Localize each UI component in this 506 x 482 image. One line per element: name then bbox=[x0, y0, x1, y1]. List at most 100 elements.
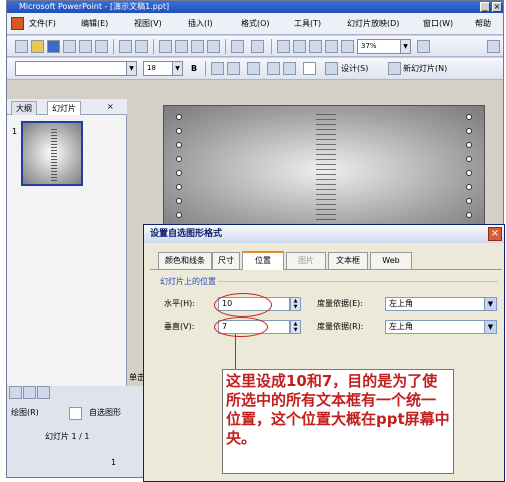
new-slide-button[interactable]: 新幻灯片(N) bbox=[403, 62, 447, 75]
open-icon[interactable] bbox=[31, 40, 44, 53]
chevron-down-icon[interactable]: ▼ bbox=[172, 62, 182, 75]
menu-tools[interactable]: 工具(T) bbox=[294, 18, 321, 30]
tab-outline[interactable]: 大纲 bbox=[11, 101, 37, 115]
menu-slideshow[interactable]: 幻灯片放映(D) bbox=[347, 18, 399, 30]
slide-count-small: 1 bbox=[111, 458, 117, 467]
menu-window[interactable]: 窗口(W) bbox=[423, 18, 453, 30]
chevron-down-icon[interactable]: ▼ bbox=[400, 40, 410, 53]
permission-icon[interactable] bbox=[63, 40, 76, 53]
help-icon[interactable] bbox=[417, 40, 430, 53]
horizontal-from-select[interactable]: 左上角 ▼ bbox=[385, 297, 497, 311]
resize-handle[interactable] bbox=[176, 170, 182, 176]
chevron-down-icon[interactable]: ▼ bbox=[126, 62, 136, 75]
chevron-down-icon[interactable]: ▼ bbox=[484, 298, 496, 310]
zoom-value: 37% bbox=[361, 42, 377, 50]
cut-icon[interactable] bbox=[159, 40, 172, 53]
menu-file[interactable]: 文件(F) bbox=[29, 18, 56, 30]
highlight-ellipse-vertical bbox=[214, 317, 268, 337]
select-objects-icon[interactable] bbox=[69, 407, 82, 420]
slideshow-icon[interactable] bbox=[37, 386, 50, 399]
menu-view[interactable]: 视图(V) bbox=[134, 18, 162, 30]
toolbar-separator bbox=[153, 39, 154, 54]
vertical-from-value: 左上角 bbox=[389, 322, 413, 331]
close-pane-icon[interactable]: × bbox=[107, 100, 114, 113]
resize-handle[interactable] bbox=[176, 142, 182, 148]
spelling-icon[interactable] bbox=[119, 40, 132, 53]
numbering-icon[interactable] bbox=[211, 62, 224, 75]
tab-slides[interactable]: 幻灯片 bbox=[47, 101, 81, 115]
resize-handle[interactable] bbox=[176, 198, 182, 204]
menu-edit[interactable]: 编辑(E) bbox=[81, 18, 108, 30]
slide-canvas[interactable] bbox=[163, 105, 485, 235]
selected-textboxes-column[interactable] bbox=[316, 114, 336, 230]
paste-icon[interactable] bbox=[191, 40, 204, 53]
horizontal-from-label: 度量依据(E): bbox=[317, 299, 363, 308]
vertical-spinner[interactable]: ▲ ▼ bbox=[290, 320, 301, 334]
increase-font-icon[interactable] bbox=[247, 62, 260, 75]
normal-view-icon[interactable] bbox=[9, 386, 22, 399]
toolbar-options-icon[interactable] bbox=[487, 40, 500, 53]
bold-button[interactable]: B bbox=[191, 62, 197, 75]
tab-colors-lines[interactable]: 颜色和线条 bbox=[158, 252, 212, 269]
resize-handle[interactable] bbox=[466, 142, 472, 148]
dialog-title: 设置自选图形格式 bbox=[144, 225, 504, 243]
resize-handle[interactable] bbox=[176, 156, 182, 162]
resize-handle[interactable] bbox=[466, 184, 472, 190]
resize-handle[interactable] bbox=[466, 114, 472, 120]
close-window-button[interactable]: × bbox=[492, 2, 502, 12]
design-button[interactable]: 设计(S) bbox=[341, 62, 368, 75]
menu-format[interactable]: 格式(O) bbox=[241, 18, 270, 30]
dialog-close-button[interactable]: × bbox=[488, 227, 502, 241]
resize-handle[interactable] bbox=[466, 198, 472, 204]
new-slide-icon[interactable] bbox=[388, 62, 401, 75]
print-preview-icon[interactable] bbox=[95, 40, 108, 53]
menu-help[interactable]: 帮助 bbox=[475, 18, 491, 30]
vertical-from-select[interactable]: 左上角 ▼ bbox=[385, 320, 497, 334]
resize-handle[interactable] bbox=[466, 212, 472, 218]
increase-indent-icon[interactable] bbox=[283, 62, 296, 75]
autoshapes-menu[interactable]: 自选图形 bbox=[89, 406, 121, 419]
font-size-combo[interactable]: 18 ▼ bbox=[143, 61, 183, 76]
insert-chart-icon[interactable] bbox=[277, 40, 290, 53]
save-icon[interactable] bbox=[47, 40, 60, 53]
resize-handle[interactable] bbox=[176, 114, 182, 120]
horizontal-spinner[interactable]: ▲ ▼ bbox=[290, 297, 301, 311]
redo-icon[interactable] bbox=[251, 40, 264, 53]
tab-textbox[interactable]: 文本框 bbox=[328, 252, 368, 269]
new-icon[interactable] bbox=[15, 40, 28, 53]
font-name-combo[interactable]: ▼ bbox=[15, 61, 137, 76]
undo-icon[interactable] bbox=[231, 40, 244, 53]
menu-insert[interactable]: 插入(I) bbox=[188, 18, 213, 30]
formatting-toolbar: ▼ 18 ▼ B 设计(S) 新幻灯片(N) bbox=[7, 58, 503, 80]
window-title: Microsoft PowerPoint - [演示文稿1.ppt] bbox=[19, 2, 170, 11]
slide-sorter-icon[interactable] bbox=[23, 386, 36, 399]
resize-handle[interactable] bbox=[466, 156, 472, 162]
resize-handle[interactable] bbox=[466, 170, 472, 176]
minimize-button[interactable]: _ bbox=[480, 2, 490, 12]
powerpoint-icon bbox=[11, 17, 24, 30]
slide-thumbnail[interactable] bbox=[21, 121, 83, 186]
font-color-icon[interactable] bbox=[303, 62, 316, 75]
resize-handle[interactable] bbox=[466, 128, 472, 134]
resize-handle[interactable] bbox=[176, 128, 182, 134]
print-icon[interactable] bbox=[79, 40, 92, 53]
chevron-down-icon[interactable]: ▼ bbox=[484, 321, 496, 333]
tables-borders-icon[interactable] bbox=[309, 40, 322, 53]
slide-design-icon[interactable] bbox=[325, 62, 338, 75]
tab-web[interactable]: Web bbox=[370, 252, 412, 269]
section-divider bbox=[218, 281, 498, 282]
insert-table-icon[interactable] bbox=[293, 40, 306, 53]
resize-handle[interactable] bbox=[176, 212, 182, 218]
copy-icon[interactable] bbox=[175, 40, 188, 53]
decrease-indent-icon[interactable] bbox=[267, 62, 280, 75]
draw-menu[interactable]: 绘图(R) bbox=[11, 406, 39, 419]
zoom-combo[interactable]: 37% ▼ bbox=[357, 39, 411, 54]
resize-handle[interactable] bbox=[176, 184, 182, 190]
bullets-icon[interactable] bbox=[227, 62, 240, 75]
format-painter-icon[interactable] bbox=[207, 40, 220, 53]
research-icon[interactable] bbox=[135, 40, 148, 53]
show-grid-icon[interactable] bbox=[341, 40, 354, 53]
expand-all-icon[interactable] bbox=[325, 40, 338, 53]
tab-position[interactable]: 位置 bbox=[242, 251, 284, 270]
tab-size[interactable]: 尺寸 bbox=[212, 252, 240, 269]
